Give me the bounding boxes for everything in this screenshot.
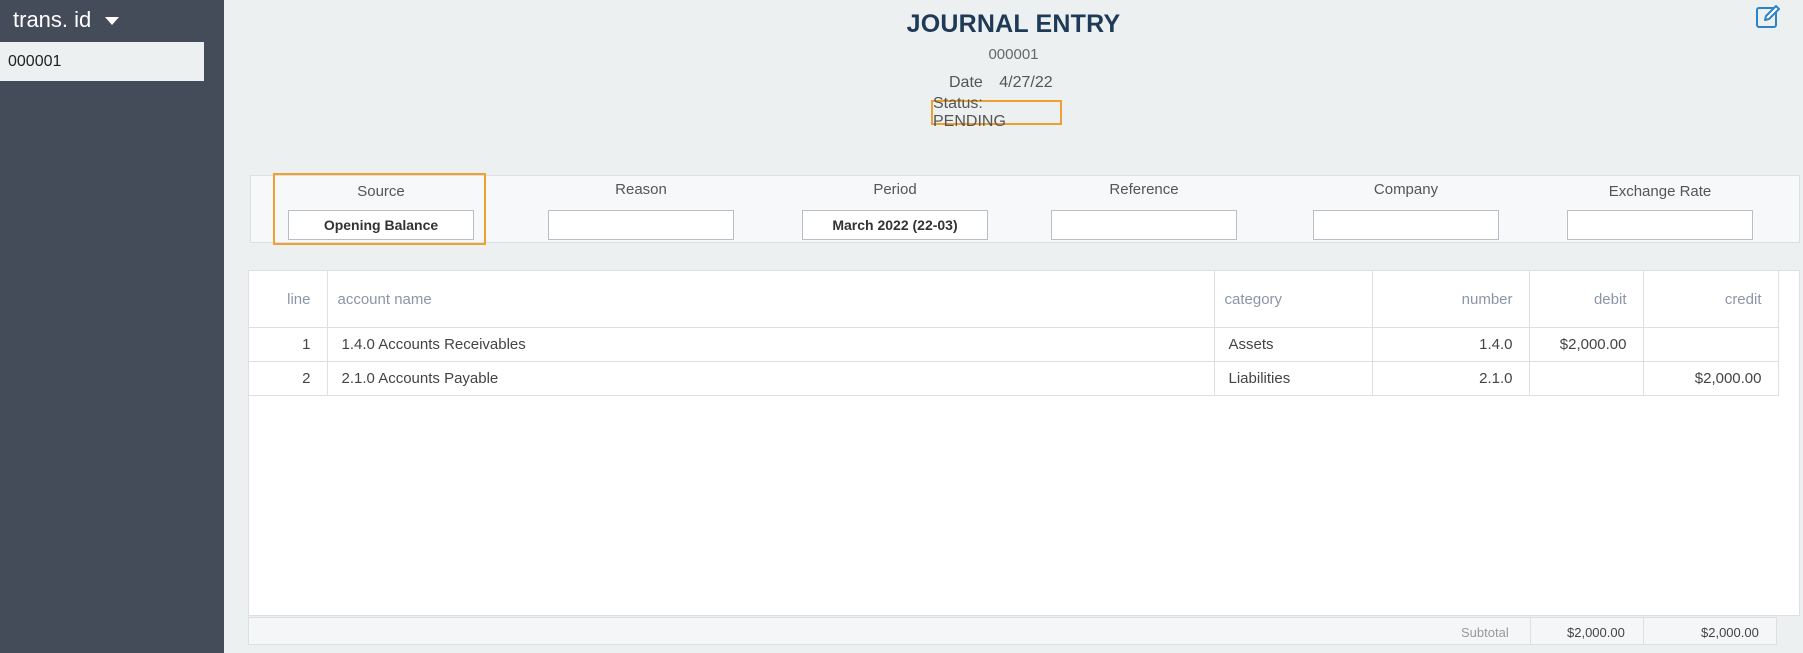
sidebar-item-label: 000001 — [8, 52, 62, 70]
credit-cell — [1643, 327, 1779, 362]
date-value: 4/27/22 — [999, 74, 1053, 91]
subtotal-debit: $2,000.00 — [1567, 625, 1625, 640]
entry-id: 000001 — [988, 46, 1039, 63]
sidebar-item-000001[interactable]: 000001 — [0, 42, 204, 81]
col-line-header: line — [249, 271, 328, 328]
debit-cell: $2,000.00 — [1529, 327, 1644, 362]
date-row: Date 4/27/22 — [949, 74, 1053, 92]
source-label: Source — [357, 183, 405, 200]
company-input[interactable] — [1313, 210, 1499, 240]
subtotal-credit: $2,000.00 — [1701, 625, 1759, 640]
period-label: Period — [873, 181, 917, 198]
col-account-name-header: account name — [327, 271, 1215, 328]
table-row[interactable]: 1 1.4.0 Accounts Receivables Assets 1.4.… — [249, 327, 1779, 362]
table-row[interactable]: 2 2.1.0 Accounts Payable Liabilities 2.1… — [249, 361, 1779, 396]
period-input[interactable]: March 2022 (22-03) — [802, 210, 988, 240]
col-number-header: number — [1372, 271, 1530, 328]
table-header-row: line account name category number debit … — [249, 271, 1779, 328]
subtotal-divider — [1530, 618, 1531, 644]
reason-input[interactable] — [548, 210, 734, 240]
subtotal-label: Subtotal — [1461, 625, 1509, 640]
col-credit-header: credit — [1643, 271, 1779, 328]
category-cell: Liabilities — [1214, 361, 1373, 396]
reference-input[interactable] — [1051, 210, 1237, 240]
page-title: JOURNAL ENTRY — [906, 10, 1121, 38]
reason-field: Reason — [545, 176, 737, 240]
exchange-rate-field: Exchange Rate — [1564, 176, 1756, 240]
reference-label: Reference — [1109, 181, 1179, 198]
period-field: Period March 2022 (22-03) — [799, 176, 991, 240]
line-cell: 1 — [249, 327, 328, 362]
caret-down-icon — [105, 17, 120, 25]
account-name-cell: 2.1.0 Accounts Payable — [327, 361, 1215, 396]
col-debit-header: debit — [1529, 271, 1644, 328]
trans-id-dropdown[interactable]: trans. id — [0, 0, 224, 40]
entry-fields: Source Opening Balance Reason Period Mar… — [250, 175, 1800, 243]
status-badge: Status: PENDING — [931, 95, 1062, 130]
trans-id-label: trans. id — [13, 7, 92, 32]
category-cell: Assets — [1214, 327, 1373, 362]
number-cell: 2.1.0 — [1372, 361, 1530, 396]
number-cell: 1.4.0 — [1372, 327, 1530, 362]
exchange-rate-input[interactable] — [1567, 210, 1753, 240]
date-label: Date — [949, 74, 983, 91]
subtotal-divider — [1643, 618, 1644, 644]
sidebar: trans. id 000001 — [0, 0, 224, 653]
account-name-cell: 1.4.0 Accounts Receivables — [327, 327, 1215, 362]
debit-cell — [1529, 361, 1644, 396]
source-field: Source Opening Balance — [285, 176, 477, 240]
reference-field: Reference — [1048, 176, 1240, 240]
credit-cell: $2,000.00 — [1643, 361, 1779, 396]
source-input[interactable]: Opening Balance — [288, 210, 474, 240]
company-field: Company — [1310, 176, 1502, 240]
company-label: Company — [1373, 181, 1439, 198]
line-cell: 2 — [249, 361, 328, 396]
col-category-header: category — [1214, 271, 1373, 328]
journal-lines-table: line account name category number debit … — [248, 270, 1800, 616]
exchange-rate-label: Exchange Rate — [1608, 183, 1712, 200]
reason-label: Reason — [615, 181, 667, 198]
subtotal-row: Subtotal $2,000.00 $2,000.00 — [248, 617, 1777, 645]
